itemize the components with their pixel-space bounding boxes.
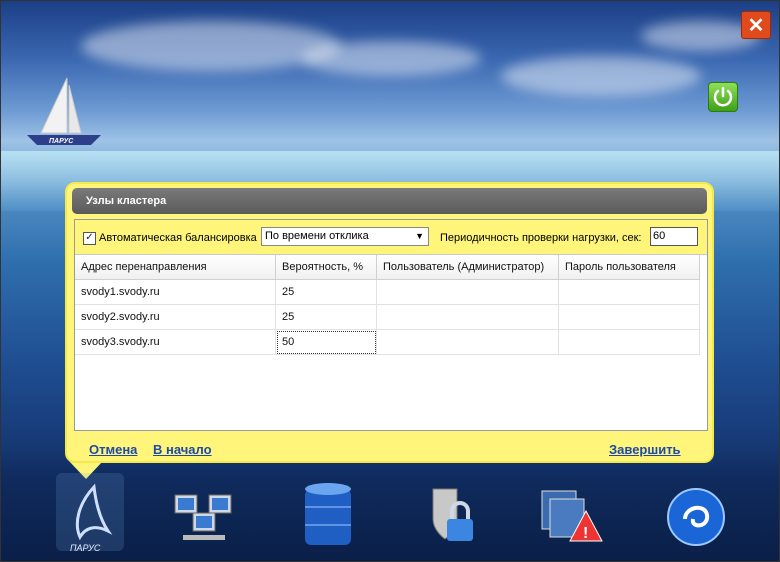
cloud [81,21,341,71]
password-cell[interactable] [558,329,700,355]
parus-logo-icon[interactable]: ПАРУС [56,479,126,554]
network-computers-icon[interactable] [169,479,239,554]
balance-mode-select[interactable]: По времени отклика ▼ [261,227,429,246]
address-cell[interactable]: svody2.svody.ru [75,304,276,330]
warning-windows-icon[interactable]: ! [536,479,606,554]
app-window: ПАРУС ✕ Узлы кластера ✓ Автоматическая б… [0,0,780,562]
user-cell[interactable] [376,304,559,330]
close-icon: ✕ [747,14,765,37]
address-cell[interactable]: svody1.svody.ru [75,279,276,305]
globe-swirl-icon[interactable] [661,479,731,554]
cloud [301,41,481,76]
column-header-probability[interactable]: Вероятность, % [275,255,377,280]
column-header-address[interactable]: Адрес перенаправления [75,255,276,280]
dock-logo-text: ПАРУС [70,543,101,553]
table-row[interactable]: svody2.svody.ru 25 [75,304,700,330]
chevron-down-icon: ▼ [415,231,424,241]
svg-text:!: ! [583,525,588,542]
shield-lock-icon[interactable] [413,479,483,554]
cluster-nodes-panel: Узлы кластера ✓ Автоматическая балансиро… [65,182,714,463]
power-button[interactable] [708,82,738,112]
table-row[interactable]: svody3.svody.ru 50 [75,329,700,355]
cancel-link[interactable]: Отмена [89,442,137,457]
probability-cell[interactable]: 25 [275,279,377,305]
probability-cell[interactable]: 50 [275,329,377,355]
boat-logo-text: ПАРУС [49,138,74,145]
probability-cell[interactable]: 25 [275,304,377,330]
balance-mode-value: По времени отклика [265,230,369,242]
power-icon [713,86,733,107]
panel-content: ✓ Автоматическая балансировка По времени… [74,219,708,431]
finish-link[interactable]: Завершить [609,442,681,457]
balance-toolbar: ✓ Автоматическая балансировка По времени… [75,220,707,255]
column-header-user[interactable]: Пользователь (Администратор) [376,255,559,280]
cloud [501,56,701,96]
table-row[interactable]: svody1.svody.ru 25 [75,279,700,305]
user-cell[interactable] [376,329,559,355]
sailboat-logo-icon: ПАРУС [27,77,101,145]
dock: ПАРУС ! [1,471,779,561]
password-cell[interactable] [558,304,700,330]
period-label: Периодичность проверки нагрузки, сек: [440,232,642,244]
period-input[interactable]: 60 [650,227,698,246]
column-header-password[interactable]: Пароль пользователя [558,255,700,280]
password-cell[interactable] [558,279,700,305]
address-cell[interactable]: svody3.svody.ru [75,329,276,355]
auto-balance-checkbox[interactable]: ✓ [83,232,96,245]
auto-balance-label: Автоматическая балансировка [99,232,257,244]
table-header-row: Адрес перенаправления Вероятность, % Пол… [75,255,700,280]
database-icon[interactable] [293,479,363,554]
nodes-table: Адрес перенаправления Вероятность, % Пол… [75,255,700,355]
user-cell[interactable] [376,279,559,305]
back-to-start-link[interactable]: В начало [153,442,212,457]
panel-title: Узлы кластера [72,188,707,214]
close-button[interactable]: ✕ [741,11,771,39]
